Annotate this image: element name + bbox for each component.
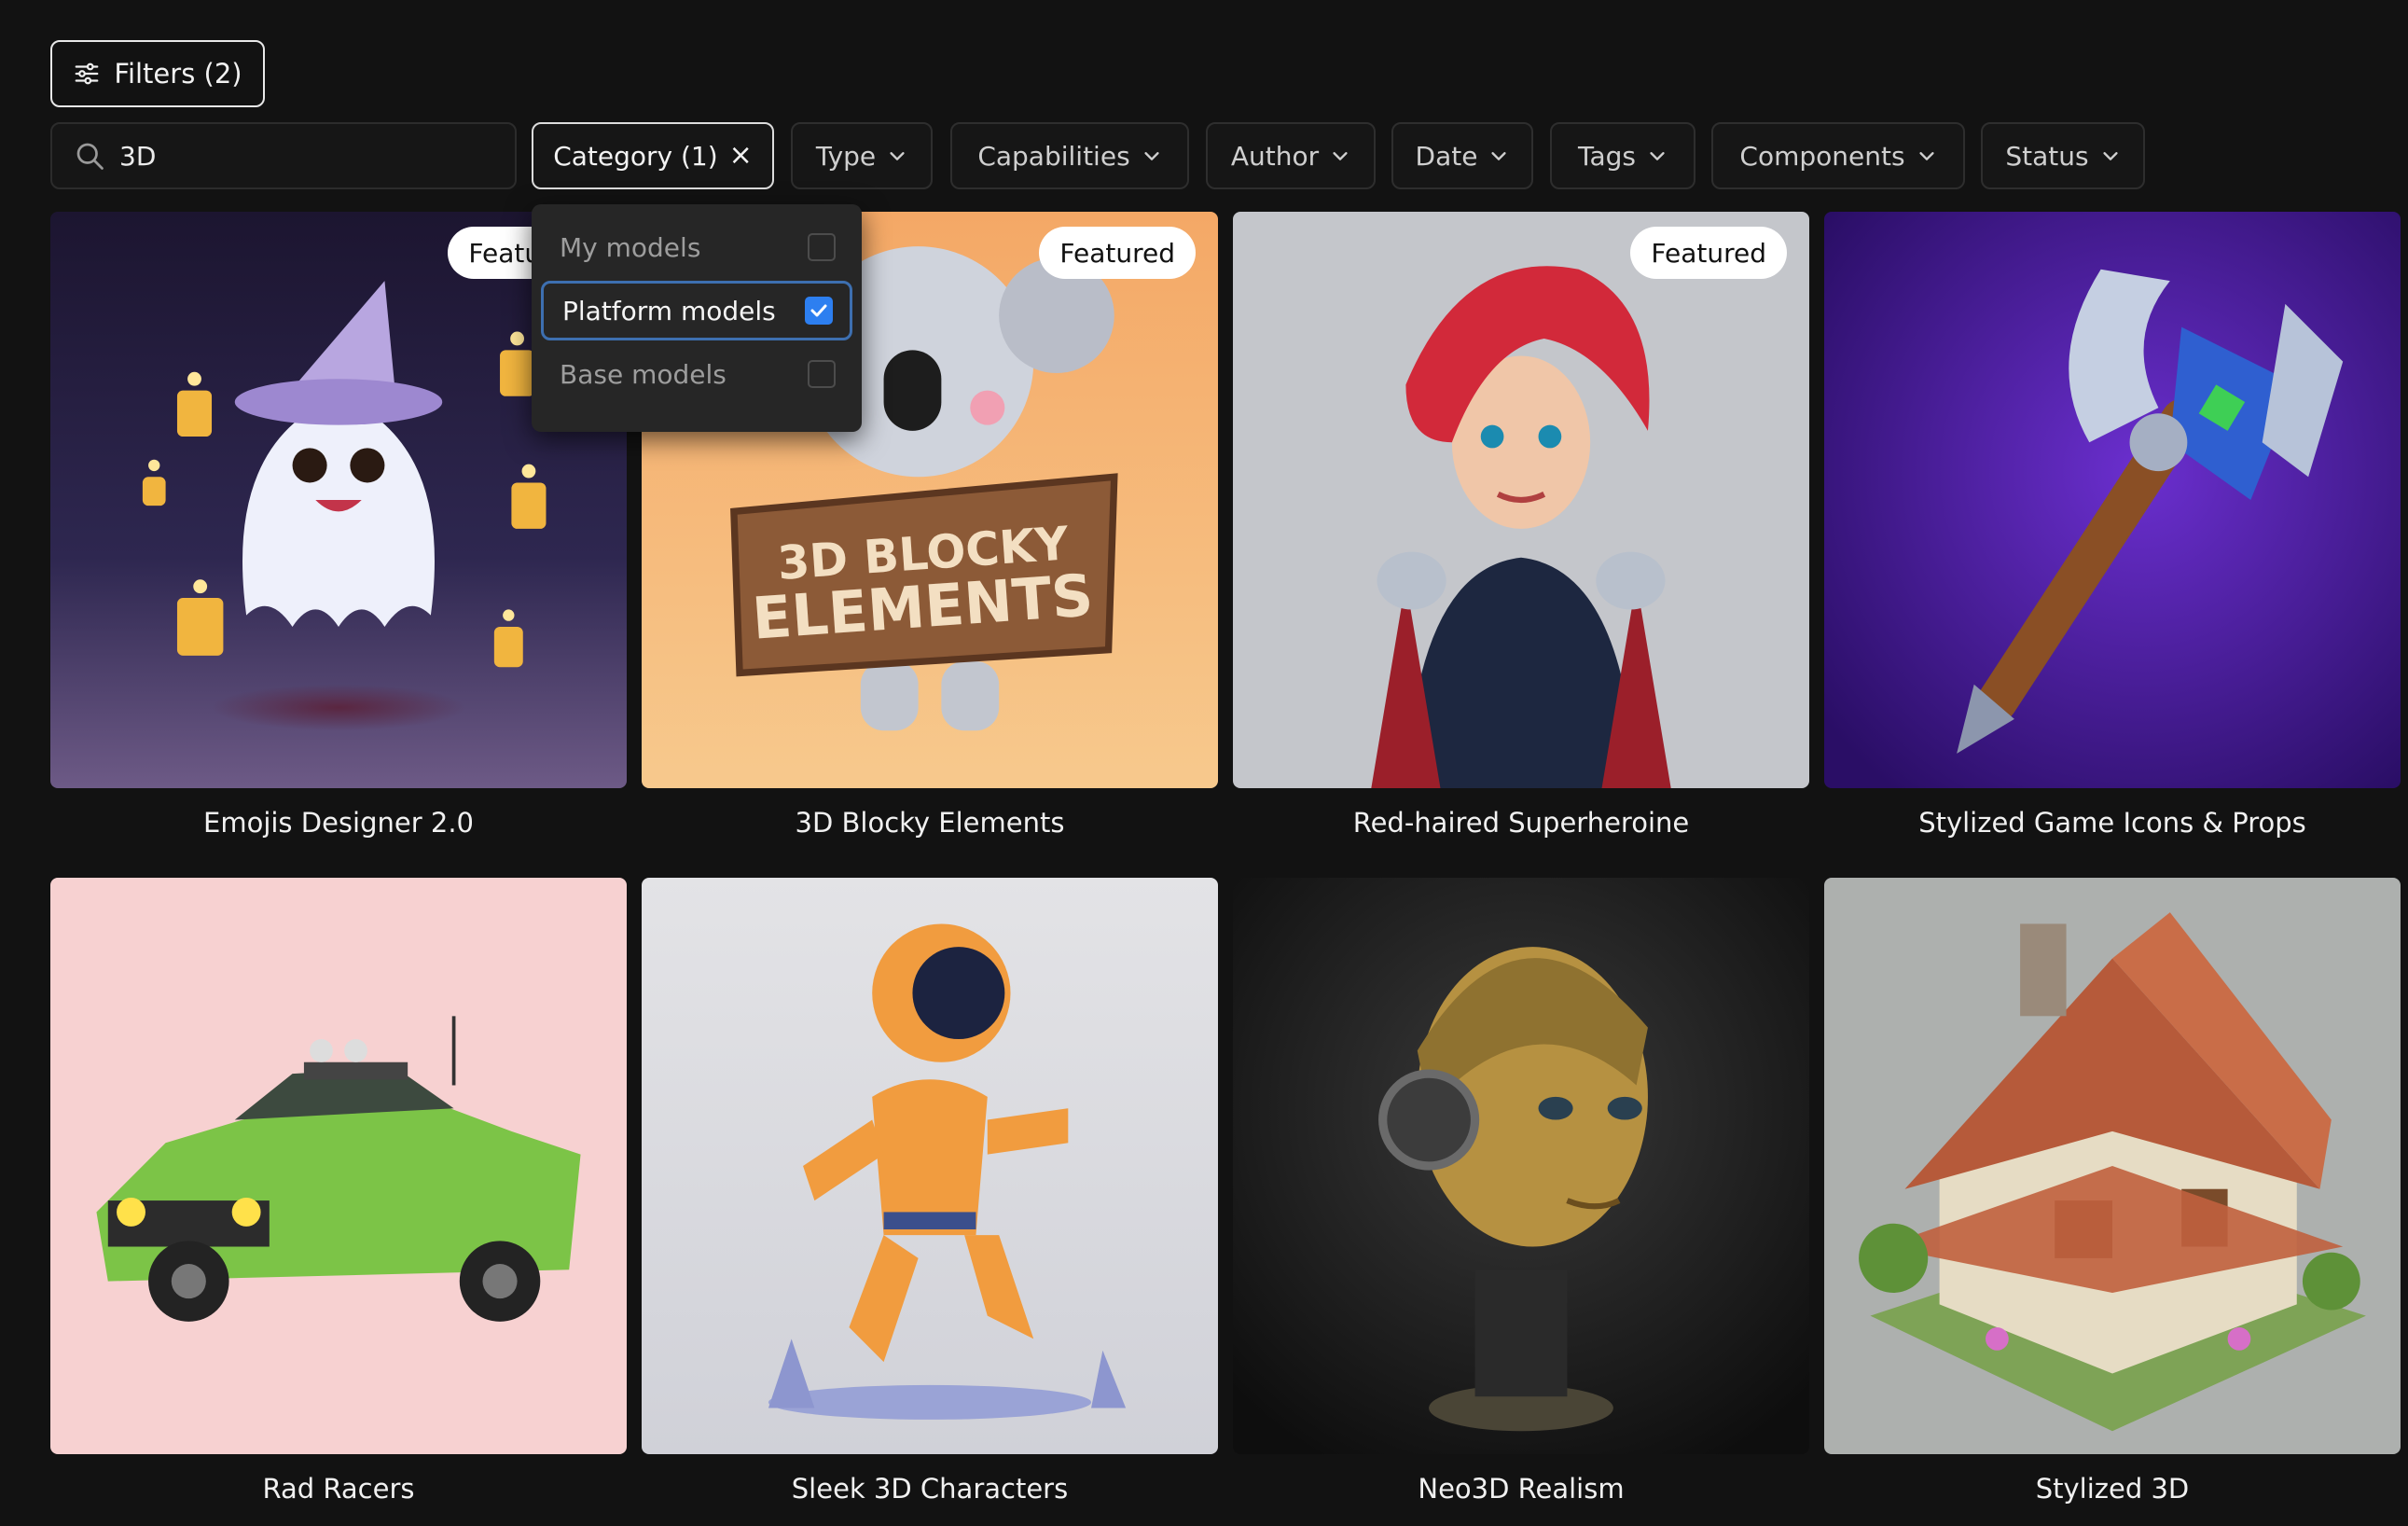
model-title: Neo3D Realism (1418, 1473, 1625, 1505)
category-dropdown: My models Platform models Base models (532, 204, 862, 432)
chip-label: Date (1415, 140, 1478, 172)
model-thumbnail[interactable] (50, 878, 627, 1454)
model-title: Sleek 3D Characters (791, 1473, 1069, 1505)
components-filter-chip[interactable]: Components (1711, 122, 1965, 189)
option-base-models[interactable]: Base models (541, 344, 852, 404)
checkbox[interactable] (808, 233, 836, 261)
option-my-models[interactable]: My models (541, 217, 852, 277)
filters-button[interactable]: Filters (2) (50, 40, 265, 107)
model-title: Stylized 3D (2035, 1473, 2190, 1505)
superheroine-image (1233, 212, 1809, 788)
status-filter-chip[interactable]: Status (1981, 122, 2145, 189)
chevron-down-icon (1650, 152, 1665, 160)
astronaut-image (642, 878, 1218, 1454)
model-card[interactable]: Rad Racers (50, 878, 627, 1505)
chip-label: Type (815, 140, 877, 172)
model-title: Rad Racers (262, 1473, 415, 1505)
search-input[interactable] (119, 140, 474, 172)
chip-label: Status (2005, 140, 2089, 172)
option-platform-models[interactable]: Platform models (541, 281, 852, 340)
search-icon (76, 143, 104, 170)
chevron-down-icon (1333, 152, 1348, 160)
option-label: Platform models (562, 295, 776, 326)
model-gallery-page: Filters (2) Category (1) × Type Capabili… (0, 0, 2408, 1526)
model-card[interactable]: Stylized 3D (1824, 878, 2401, 1505)
tags-filter-chip[interactable]: Tags (1550, 122, 1695, 189)
chevron-down-icon (1491, 152, 1507, 160)
chip-label: Author (1230, 140, 1320, 172)
axe-icon-image (1824, 212, 2401, 788)
chip-label: Capabilities (977, 140, 1130, 172)
model-thumbnail[interactable] (1233, 878, 1809, 1454)
category-filter-chip[interactable]: Category (1) × (532, 122, 774, 189)
option-label: My models (560, 231, 701, 263)
chip-label: Components (1739, 140, 1905, 172)
checkbox-checked[interactable] (805, 297, 833, 325)
model-card[interactable]: Neo3D Realism (1233, 878, 1809, 1505)
sliders-icon (76, 62, 99, 85)
model-card[interactable]: Stylized Game Icons & Props (1824, 212, 2401, 839)
author-filter-chip[interactable]: Author (1206, 122, 1376, 189)
green-car-image (50, 878, 627, 1454)
type-filter-chip[interactable]: Type (791, 122, 933, 189)
checkmark-icon (810, 304, 827, 317)
model-card[interactable]: Featured Red-haired Superheroine (1233, 212, 1809, 839)
capabilities-filter-chip[interactable]: Capabilities (950, 122, 1189, 189)
clear-icon[interactable]: × (729, 142, 753, 170)
filters-label: Filters (2) (114, 58, 242, 90)
model-title: Red-haired Superheroine (1352, 807, 1690, 839)
model-title: Stylized Game Icons & Props (1918, 807, 2306, 839)
chevron-down-icon (1144, 152, 1159, 160)
model-thumbnail[interactable]: Featured (1233, 212, 1809, 788)
chip-label: Category (1) (553, 140, 718, 172)
chevron-down-icon (2103, 152, 2118, 160)
featured-badge: Featured (1630, 227, 1787, 279)
model-title: Emojis Designer 2.0 (203, 807, 474, 839)
model-thumbnail[interactable] (1824, 212, 2401, 788)
option-label: Base models (560, 358, 727, 390)
golden-robot-head-image (1233, 878, 1809, 1454)
date-filter-chip[interactable]: Date (1391, 122, 1533, 189)
model-thumbnail[interactable] (642, 878, 1218, 1454)
model-thumbnail[interactable] (1824, 878, 2401, 1454)
featured-badge: Featured (1039, 227, 1196, 279)
chevron-down-icon (1918, 152, 1934, 160)
cottage-image (1824, 878, 2401, 1454)
model-title: 3D Blocky Elements (795, 807, 1065, 839)
chip-label: Tags (1578, 140, 1636, 172)
search-box[interactable] (50, 122, 517, 189)
model-card[interactable]: Sleek 3D Characters (642, 878, 1218, 1505)
checkbox[interactable] (808, 360, 836, 388)
chevron-down-icon (890, 152, 905, 160)
